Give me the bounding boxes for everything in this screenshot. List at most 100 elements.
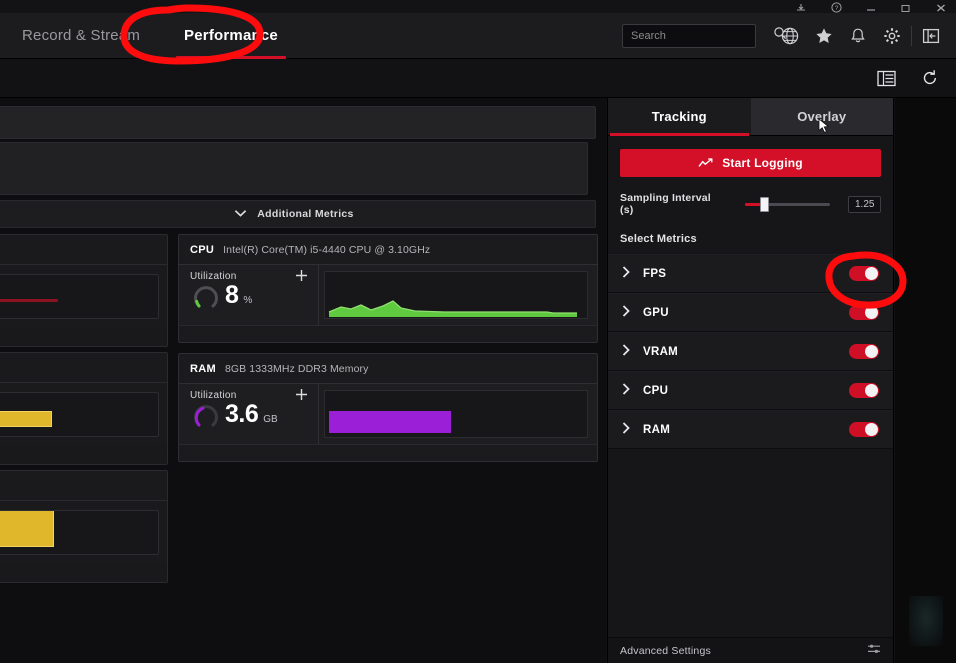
card-body: Utilization 8 % <box>179 265 597 325</box>
gauge-icon <box>192 402 220 430</box>
graph-pane <box>319 384 597 444</box>
globe-icon[interactable] <box>773 21 807 51</box>
nav-tab-list: Record & Stream Performance <box>0 13 300 59</box>
bell-icon[interactable] <box>841 21 875 51</box>
right-gutter <box>895 98 956 663</box>
list-view-icon[interactable] <box>872 65 900 91</box>
chevron-right-icon[interactable] <box>622 265 630 283</box>
utilization-unit: GB <box>263 414 278 425</box>
additional-metrics-expander[interactable]: Additional Metrics <box>0 200 596 228</box>
tab-label: Overlay <box>797 109 847 124</box>
graph-line <box>0 299 58 302</box>
chevron-down-icon <box>234 205 247 223</box>
panel-toggle-icon[interactable] <box>914 21 948 51</box>
card-footer <box>0 446 167 464</box>
panel-tab-list: Tracking Overlay <box>608 98 893 136</box>
nav-tab-performance[interactable]: Performance <box>162 13 300 59</box>
search-box[interactable] <box>622 23 787 48</box>
tab-overlay[interactable]: Overlay <box>750 98 893 135</box>
help-icon[interactable]: ? <box>827 2 845 13</box>
card-partial-2[interactable] <box>0 352 168 465</box>
window-controls: ? <box>792 2 956 13</box>
search-input[interactable] <box>631 29 773 42</box>
sliders-icon[interactable] <box>867 642 881 660</box>
gauge-icon <box>192 283 220 311</box>
left-cards-column <box>0 234 168 588</box>
metrics-summary-panel <box>0 142 588 195</box>
sampling-interval-label: Sampling Interval (s) <box>620 192 711 216</box>
card-graph <box>0 510 159 555</box>
metric-row-fps[interactable]: FPS <box>608 254 893 293</box>
start-logging-label: Start Logging <box>722 156 803 170</box>
tab-label: Tracking <box>651 109 707 124</box>
minimize-icon[interactable] <box>862 2 880 13</box>
metric-card-cpu[interactable]: CPU Intel(R) Core(TM) i5-4440 CPU @ 3.10… <box>178 234 598 343</box>
metric-label: RAM <box>643 423 671 436</box>
metric-row-ram[interactable]: RAM <box>608 410 893 449</box>
advanced-settings-label: Advanced Settings <box>620 644 711 657</box>
background-artifact <box>909 596 943 646</box>
metrics-summary-panel-top <box>0 106 596 139</box>
card-graph <box>0 392 159 437</box>
chevron-right-icon[interactable] <box>622 421 630 439</box>
close-icon[interactable] <box>932 2 950 13</box>
sampling-interval-value[interactable]: 1.25 <box>848 195 881 213</box>
app-window: ? Record & Stream Performance Search Add… <box>0 0 956 663</box>
star-icon[interactable] <box>807 21 841 51</box>
additional-metrics-label: Additional Metrics <box>257 208 354 220</box>
slider-thumb[interactable] <box>759 197 769 212</box>
card-partial-3[interactable] <box>0 470 168 583</box>
chevron-right-icon[interactable] <box>622 343 630 361</box>
tracking-side-panel: Tracking Overlay Start Logging Sampling … <box>607 98 894 663</box>
utilization-pane: Utilization 8 % <box>179 265 319 325</box>
advanced-settings-row[interactable]: Advanced Settings <box>608 637 893 663</box>
card-footer <box>0 564 167 582</box>
metric-label: GPU <box>643 306 669 319</box>
nav-tab-label: Record & Stream <box>22 27 141 44</box>
restore-icon[interactable] <box>897 2 915 13</box>
tab-tracking[interactable]: Tracking <box>608 98 751 136</box>
chevron-right-icon[interactable] <box>622 304 630 322</box>
card-header <box>0 235 167 265</box>
card-partial-1[interactable] <box>0 234 168 347</box>
reset-icon[interactable] <box>916 65 944 91</box>
plus-icon[interactable] <box>295 269 308 285</box>
metric-toggle-cpu[interactable] <box>849 383 879 398</box>
card-header: CPU Intel(R) Core(TM) i5-4440 CPU @ 3.10… <box>179 235 597 265</box>
utilization-label: Utilization <box>190 271 237 282</box>
utilization-readout: 8 % <box>190 283 308 311</box>
graph-bar <box>0 411 52 427</box>
utilization-value: 3.6 <box>225 400 259 428</box>
graph-bar <box>329 411 451 433</box>
card-footer <box>179 325 597 342</box>
chevron-right-icon[interactable] <box>622 382 630 400</box>
utilization-unit: % <box>243 295 253 306</box>
card-body: Utilization 3.6 GB <box>179 384 597 444</box>
gear-icon[interactable] <box>875 21 909 51</box>
card-footer <box>0 328 167 346</box>
metric-label: FPS <box>643 267 667 280</box>
graph-pane <box>319 265 597 325</box>
main-content-area: Additional Metrics CPU Intel(R) Core(TM)… <box>0 98 606 663</box>
nav-tab-record-and-stream[interactable]: Record & Stream <box>0 13 162 59</box>
metric-row-cpu[interactable]: CPU <box>608 371 893 410</box>
card-description: Intel(R) Core(TM) i5-4440 CPU @ 3.10GHz <box>223 243 431 256</box>
metric-label: CPU <box>643 384 669 397</box>
ram-graph <box>324 390 588 438</box>
cpu-graph <box>324 271 588 319</box>
metric-toggle-ram[interactable] <box>849 422 879 437</box>
metric-toggle-vram[interactable] <box>849 344 879 359</box>
top-navigation-bar: Record & Stream Performance <box>0 13 956 59</box>
start-logging-button[interactable]: Start Logging <box>620 149 881 177</box>
card-header <box>0 353 167 383</box>
minimize-to-tray-icon[interactable] <box>792 2 810 13</box>
metric-toggle-fps[interactable] <box>849 266 879 281</box>
sampling-interval-slider[interactable] <box>744 197 831 212</box>
metric-card-ram[interactable]: RAM 8GB 1333MHz DDR3 Memory Utilization <box>178 353 598 462</box>
metric-row-vram[interactable]: VRAM <box>608 332 893 371</box>
metric-row-gpu[interactable]: GPU <box>608 293 893 332</box>
metric-toggle-gpu[interactable] <box>849 305 879 320</box>
card-tag: CPU <box>190 243 215 256</box>
nav-divider <box>911 25 912 46</box>
plus-icon[interactable] <box>295 388 308 404</box>
